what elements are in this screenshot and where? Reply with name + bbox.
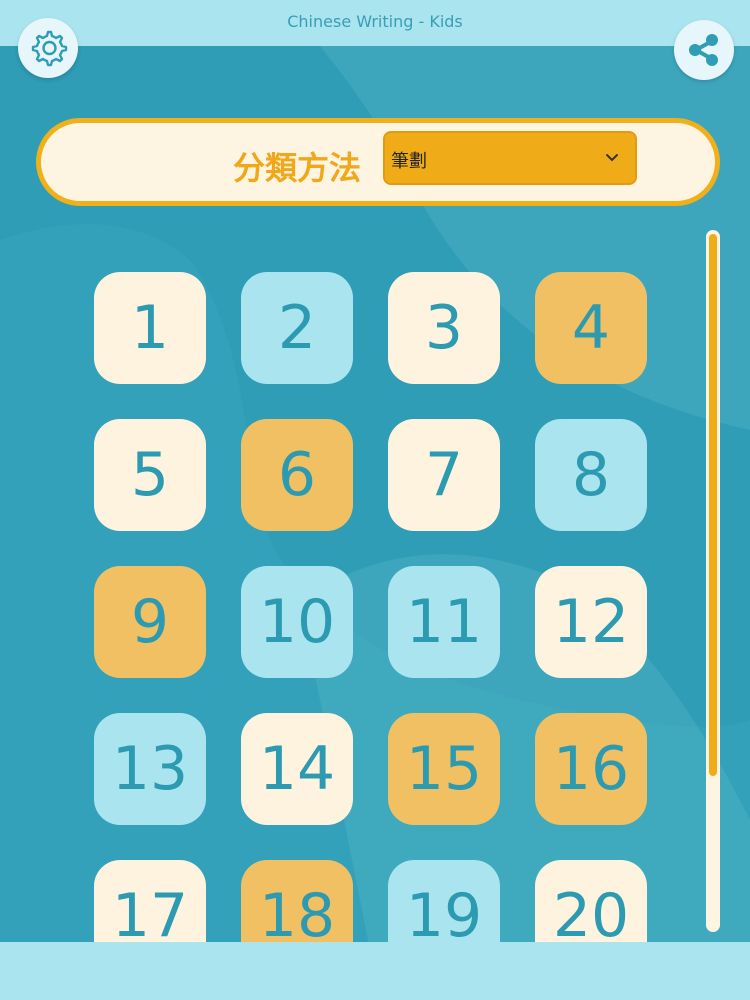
stroke-count-tile[interactable]: 18: [241, 860, 353, 942]
stroke-count-tile[interactable]: 15: [388, 713, 500, 825]
sort-dropdown-value: 筆劃: [391, 151, 427, 172]
number-grid: 1 2 3 4 5 6 7 8 9 10 11 12 13 14 15 16 17 18 19 20: [80, 262, 680, 942]
sort-label: 分類方法: [233, 149, 362, 187]
stroke-count-tile[interactable]: 3: [388, 272, 500, 384]
scrollbar-thumb[interactable]: [709, 234, 717, 776]
bottom-bar: [0, 942, 750, 1000]
stroke-count-tile[interactable]: 2: [241, 272, 353, 384]
stroke-count-tile[interactable]: 16: [535, 713, 647, 825]
stroke-count-tile[interactable]: 20: [535, 860, 647, 942]
stroke-count-tile[interactable]: 4: [535, 272, 647, 384]
sort-bar: 分類方法 筆劃: [36, 118, 720, 206]
share-icon: [689, 34, 718, 66]
stroke-count-tile[interactable]: 14: [241, 713, 353, 825]
stroke-count-tile[interactable]: 17: [94, 860, 206, 942]
chevron-down-icon: [606, 154, 618, 162]
share-button[interactable]: [674, 20, 734, 80]
stroke-count-tile[interactable]: 13: [94, 713, 206, 825]
sort-dropdown[interactable]: 筆劃: [383, 131, 637, 185]
gear-icon: [31, 30, 68, 67]
scrollbar[interactable]: [706, 230, 720, 932]
stroke-count-tile[interactable]: 8: [535, 419, 647, 531]
stroke-count-tile[interactable]: 1: [94, 272, 206, 384]
stroke-count-tile[interactable]: 11: [388, 566, 500, 678]
stroke-count-tile[interactable]: 7: [388, 419, 500, 531]
stroke-count-tile[interactable]: 9: [94, 566, 206, 678]
stroke-count-tile[interactable]: 6: [241, 419, 353, 531]
stroke-count-tile[interactable]: 10: [241, 566, 353, 678]
app-title: Chinese Writing - Kids: [287, 12, 463, 31]
stroke-count-tile[interactable]: 5: [94, 419, 206, 531]
settings-button[interactable]: [18, 18, 78, 78]
stroke-count-tile[interactable]: 12: [535, 566, 647, 678]
stroke-count-tile[interactable]: 19: [388, 860, 500, 942]
